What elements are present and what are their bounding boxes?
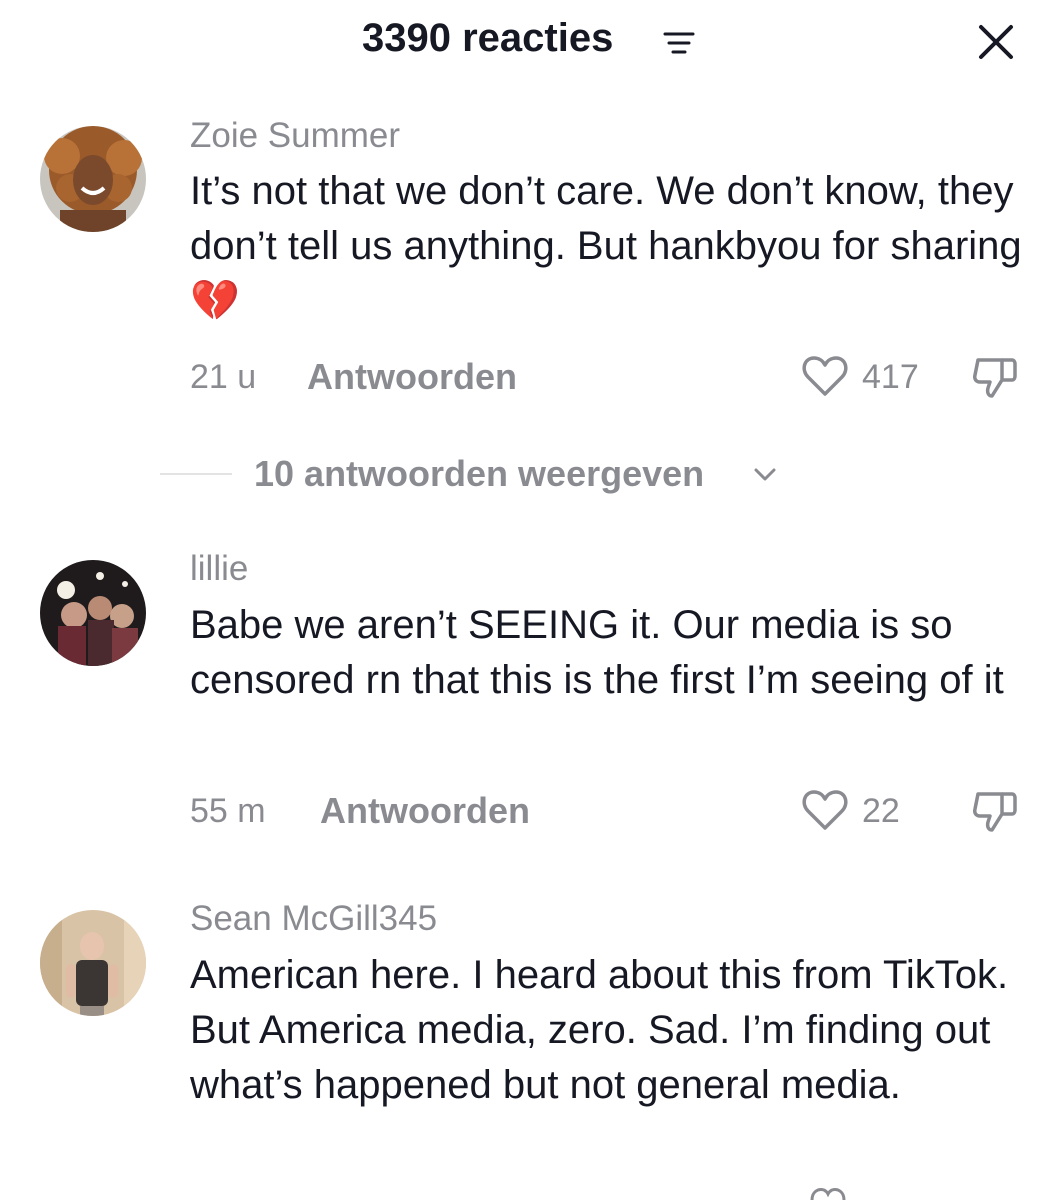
close-icon[interactable] xyxy=(976,22,1016,62)
thumbs-down-icon[interactable] xyxy=(970,354,1020,400)
avatar[interactable] xyxy=(40,126,146,232)
comment-count-title: 3390 reacties xyxy=(362,16,614,60)
thumbs-down-icon[interactable] xyxy=(970,788,1020,834)
reply-button[interactable]: Antwoorden xyxy=(320,790,530,832)
like-count: 22 xyxy=(862,792,900,830)
view-replies-row[interactable]: 10 antwoorden weergeven xyxy=(0,450,1054,500)
avatar[interactable] xyxy=(40,560,146,666)
reply-button[interactable]: Antwoorden xyxy=(307,356,517,398)
view-replies-button[interactable]: 10 antwoorden weergeven xyxy=(254,453,704,495)
filter-sort-icon[interactable] xyxy=(662,29,696,57)
like-count: 417 xyxy=(862,358,919,396)
heart-icon[interactable] xyxy=(808,1186,848,1200)
comment-actions: 55 m Antwoorden 22 xyxy=(0,788,1054,838)
comments-header: 3390 reacties xyxy=(0,0,1054,86)
comment-username[interactable]: Zoie Summer xyxy=(190,116,400,156)
comment-time: 21 u xyxy=(190,358,257,396)
heart-icon[interactable] xyxy=(802,354,848,398)
comment-username[interactable]: lillie xyxy=(190,549,248,589)
comment-username[interactable]: Sean McGill345 xyxy=(190,899,437,939)
comment-text: Babe we aren’t SEEING it. Our media is s… xyxy=(190,603,1004,702)
comment-text: It’s not that we don’t care. We don’t kn… xyxy=(190,169,1022,323)
comment-time: 55 m xyxy=(190,792,266,830)
chevron-down-icon[interactable] xyxy=(752,464,778,486)
avatar[interactable] xyxy=(40,910,146,1016)
replies-divider xyxy=(160,473,232,475)
comment-actions: 21 u Antwoorden 417 xyxy=(0,354,1054,404)
heart-icon[interactable] xyxy=(802,788,848,832)
comment-text: American here. I heard about this from T… xyxy=(190,953,1009,1107)
